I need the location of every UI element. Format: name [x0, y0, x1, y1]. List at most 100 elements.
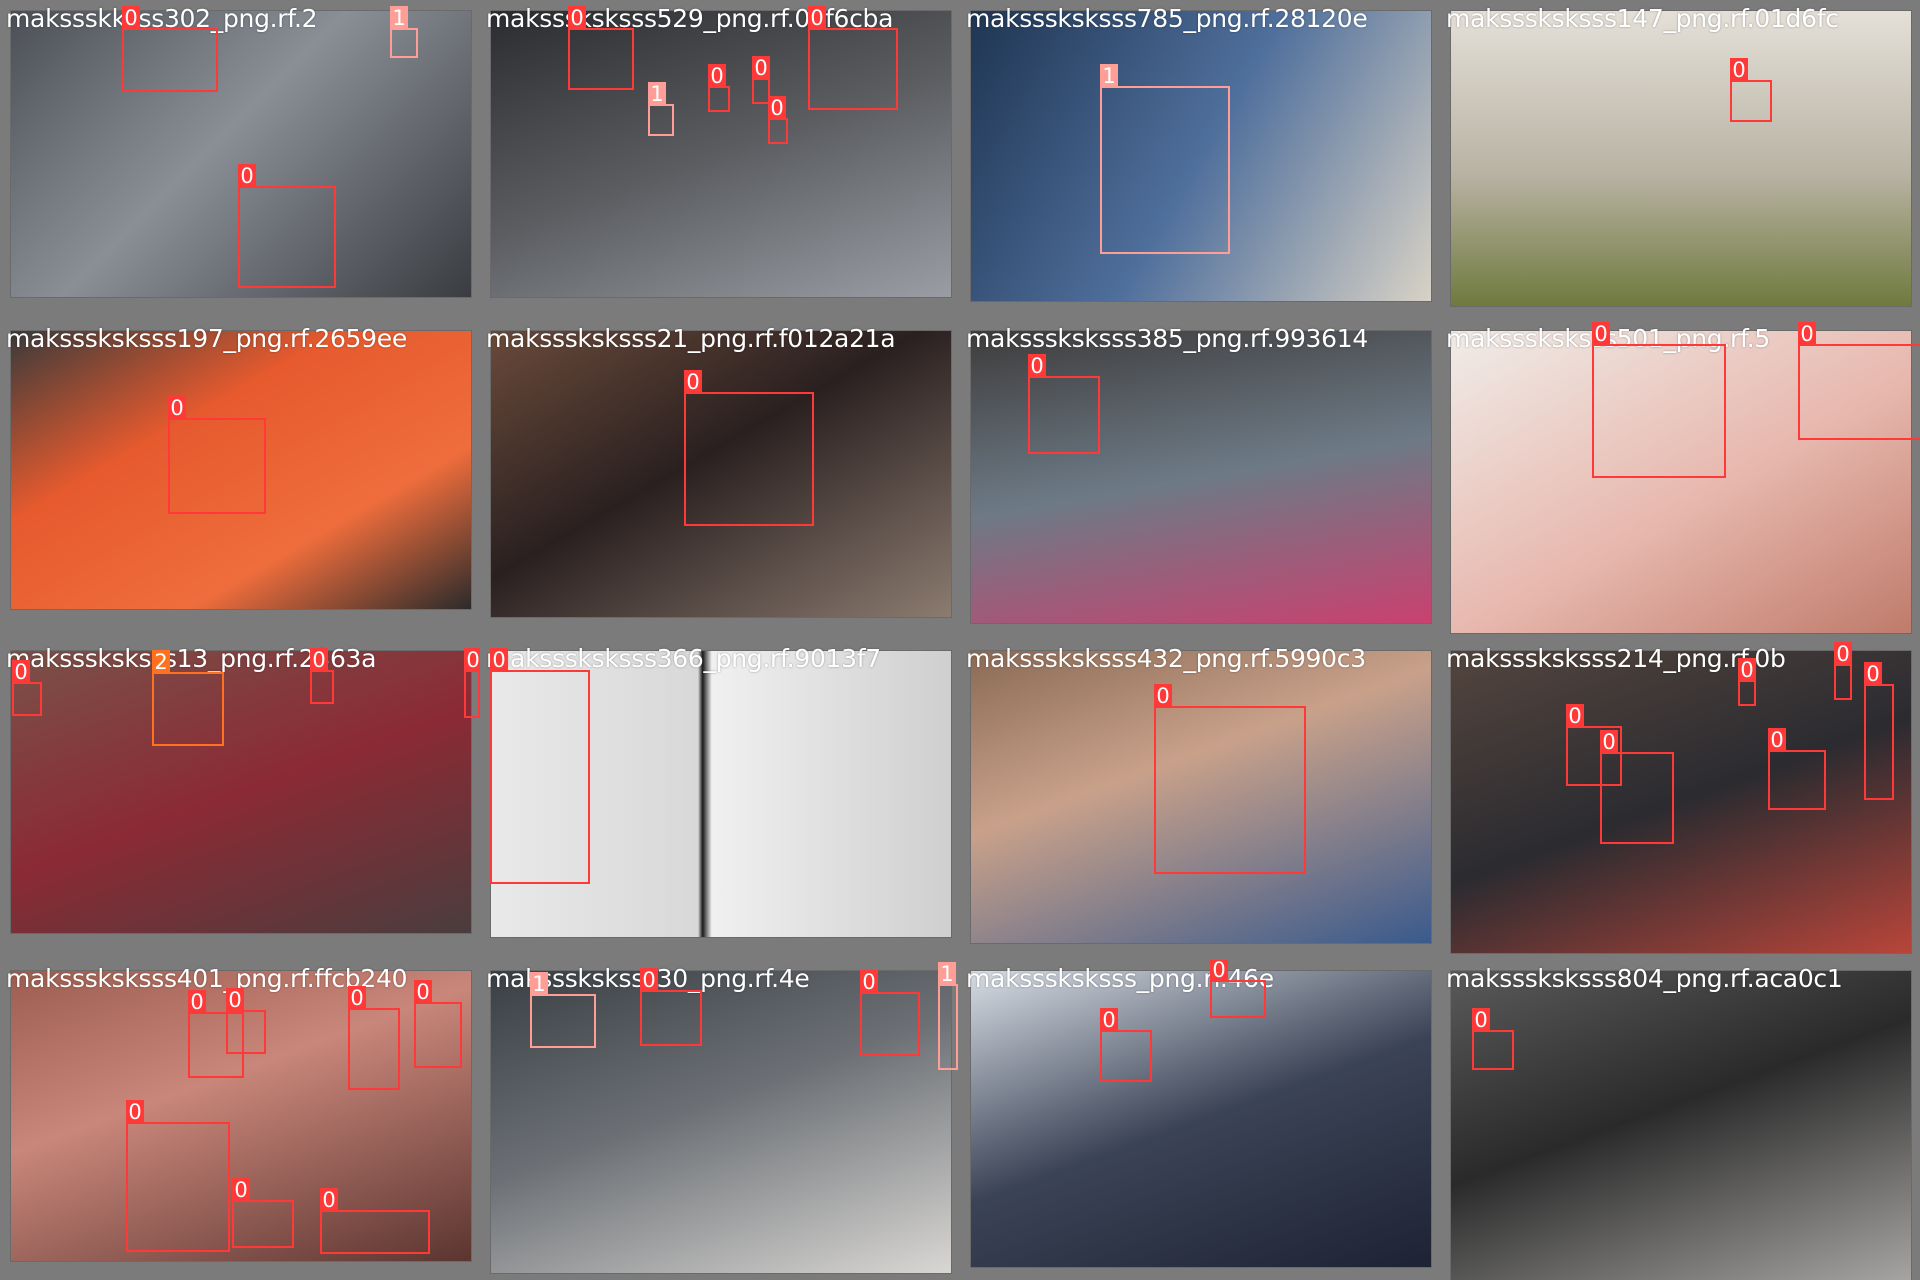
class-label: 0	[1472, 1008, 1490, 1032]
bounding-box: 1	[938, 962, 958, 1070]
class-label: 0	[238, 164, 256, 188]
detection-tile: maksssksksss529_png.rf.0af6cba 0 0 1 0 0 0	[480, 0, 960, 320]
bounding-box: 0	[640, 968, 702, 1046]
class-label: 0	[232, 1178, 250, 1202]
class-label: 0	[126, 1100, 144, 1124]
detection-tile: maksssksksss432_png.rf.5990c3 0	[960, 640, 1440, 960]
bounding-box: 0	[1768, 728, 1826, 810]
scene-photo	[1450, 10, 1912, 307]
class-label: 0	[1864, 662, 1882, 686]
bounding-box: 1	[648, 82, 674, 136]
bounding-box: 0	[708, 64, 730, 112]
class-label: 0	[12, 660, 30, 684]
tile-filename: maksssksksss197_png.rf.2659ee	[6, 324, 407, 353]
class-label: 0	[464, 648, 480, 672]
class-label: 0	[1738, 658, 1756, 682]
tile-filename: maksssksksss21_png.rf.f012a21a	[486, 324, 896, 353]
class-label: 2	[152, 650, 170, 674]
class-label: 0	[320, 1188, 338, 1212]
bounding-box: 0	[414, 980, 462, 1068]
bounding-box: 0	[1028, 354, 1100, 454]
class-label: 0	[1768, 728, 1786, 752]
bounding-box: 0	[464, 648, 480, 718]
class-label: 0	[188, 990, 206, 1014]
class-label: 0	[1600, 730, 1618, 754]
mosaic-grid: makssskksss302_png.rf.2 0 1 0 maksssksksss52…	[0, 0, 1920, 1280]
class-label: 0	[348, 986, 366, 1010]
class-label: 1	[938, 962, 956, 986]
class-label: 0	[1154, 684, 1172, 708]
tile-filename: maksssksksss147_png.rf.01d6fc	[1446, 4, 1839, 33]
bounding-box: 1	[1100, 64, 1230, 254]
class-label: 0	[1028, 354, 1046, 378]
class-label: 0	[1730, 58, 1748, 82]
detection-tile: maksssksksss366_png.rf.9013f7 0	[480, 640, 960, 960]
class-label: 0	[1210, 960, 1228, 982]
detection-tile: maksssksksss21_png.rf.f012a21a 0	[480, 320, 960, 640]
bounding-box: 1	[390, 6, 418, 58]
class-label: 0	[168, 396, 186, 420]
bounding-box: 0	[1210, 960, 1266, 1018]
class-label: 0	[226, 988, 244, 1012]
scene-photo	[970, 970, 1432, 1268]
scene-photo	[1450, 970, 1912, 1280]
class-label: 1	[390, 6, 408, 30]
detection-tile: maksssksksss_png.rf.46e 0 0	[960, 960, 1440, 1280]
bounding-box: 0	[490, 648, 590, 884]
tile-filename: maksssksksss401_png.rf.ffcb240	[6, 964, 408, 993]
class-label: 0	[860, 970, 878, 994]
bounding-box: 0	[1100, 1008, 1152, 1082]
bounding-box: 0	[860, 970, 920, 1056]
bounding-box: 0	[348, 986, 400, 1090]
class-label: 0	[1592, 322, 1610, 346]
detection-tile: maksssksksss147_png.rf.01d6fc 0	[1440, 0, 1920, 320]
class-label: 0	[708, 64, 726, 88]
class-label: 0	[1100, 1008, 1118, 1032]
detection-tile: maksssksksss214_png.rf.0b 0 0 0 0 0 0	[1440, 640, 1920, 960]
bounding-box: 0	[310, 648, 334, 704]
detection-tile: maksssksksss30_png.rf.4e1001	[480, 960, 960, 1280]
bounding-box: 0	[568, 6, 634, 90]
tile-filename: maksssksksss432_png.rf.5990c3	[966, 644, 1366, 673]
class-label: 0	[122, 6, 140, 30]
bounding-box: 0	[226, 988, 266, 1054]
bounding-box: 0	[1798, 322, 1920, 440]
class-label: 0	[310, 648, 328, 672]
class-label: 0	[808, 6, 826, 30]
bounding-box: 0	[232, 1178, 294, 1248]
class-label: 0	[752, 56, 770, 80]
class-label: 0	[768, 96, 786, 120]
bounding-box: 0	[1834, 642, 1852, 700]
bounding-box: 0	[126, 1100, 230, 1252]
class-label: 0	[568, 6, 586, 30]
bounding-box: 0	[168, 396, 266, 514]
detection-tile: maksssksksss785_png.rf.28120e 1	[960, 0, 1440, 320]
class-label: 0	[1566, 704, 1584, 728]
bounding-box: 0	[684, 370, 814, 526]
bounding-box: 0	[122, 6, 218, 92]
detection-tile: maksssksksss401_png.rf.ffcb240 0 0 0 0 0 0 0	[0, 960, 480, 1280]
bounding-box: 0	[1154, 684, 1306, 874]
bounding-box: 0	[1600, 730, 1674, 844]
class-label: 0	[684, 370, 702, 394]
bounding-box: 0	[1472, 1008, 1514, 1070]
detection-tile: maksssksksss13_png.rf.2363a 0 2 0 0	[0, 640, 480, 960]
class-label: 1	[530, 972, 548, 996]
bounding-box: 0	[808, 6, 898, 110]
bounding-box: 0	[768, 96, 788, 144]
detection-tile: maksssksksss197_png.rf.2659ee 0	[0, 320, 480, 640]
bounding-box: 1	[530, 972, 596, 1048]
bounding-box: 0	[1730, 58, 1772, 122]
scene-photo	[10, 650, 472, 934]
bounding-box: 2	[152, 650, 224, 746]
class-label: 0	[640, 968, 658, 992]
bounding-box: 0	[1738, 658, 1756, 706]
tile-filename: maksssksksss214_png.rf.0b	[1446, 644, 1786, 673]
class-label: 0	[490, 648, 508, 672]
bounding-box: 0	[1864, 662, 1894, 800]
class-label: 0	[1798, 322, 1816, 346]
tile-filename: maksssksksss385_png.rf.993614	[966, 324, 1368, 353]
detection-tile: makssskksss302_png.rf.2 0 1 0	[0, 0, 480, 320]
bounding-box: 0	[1592, 322, 1726, 478]
tile-filename: maksssksksss804_png.rf.aca0c1	[1446, 964, 1843, 993]
